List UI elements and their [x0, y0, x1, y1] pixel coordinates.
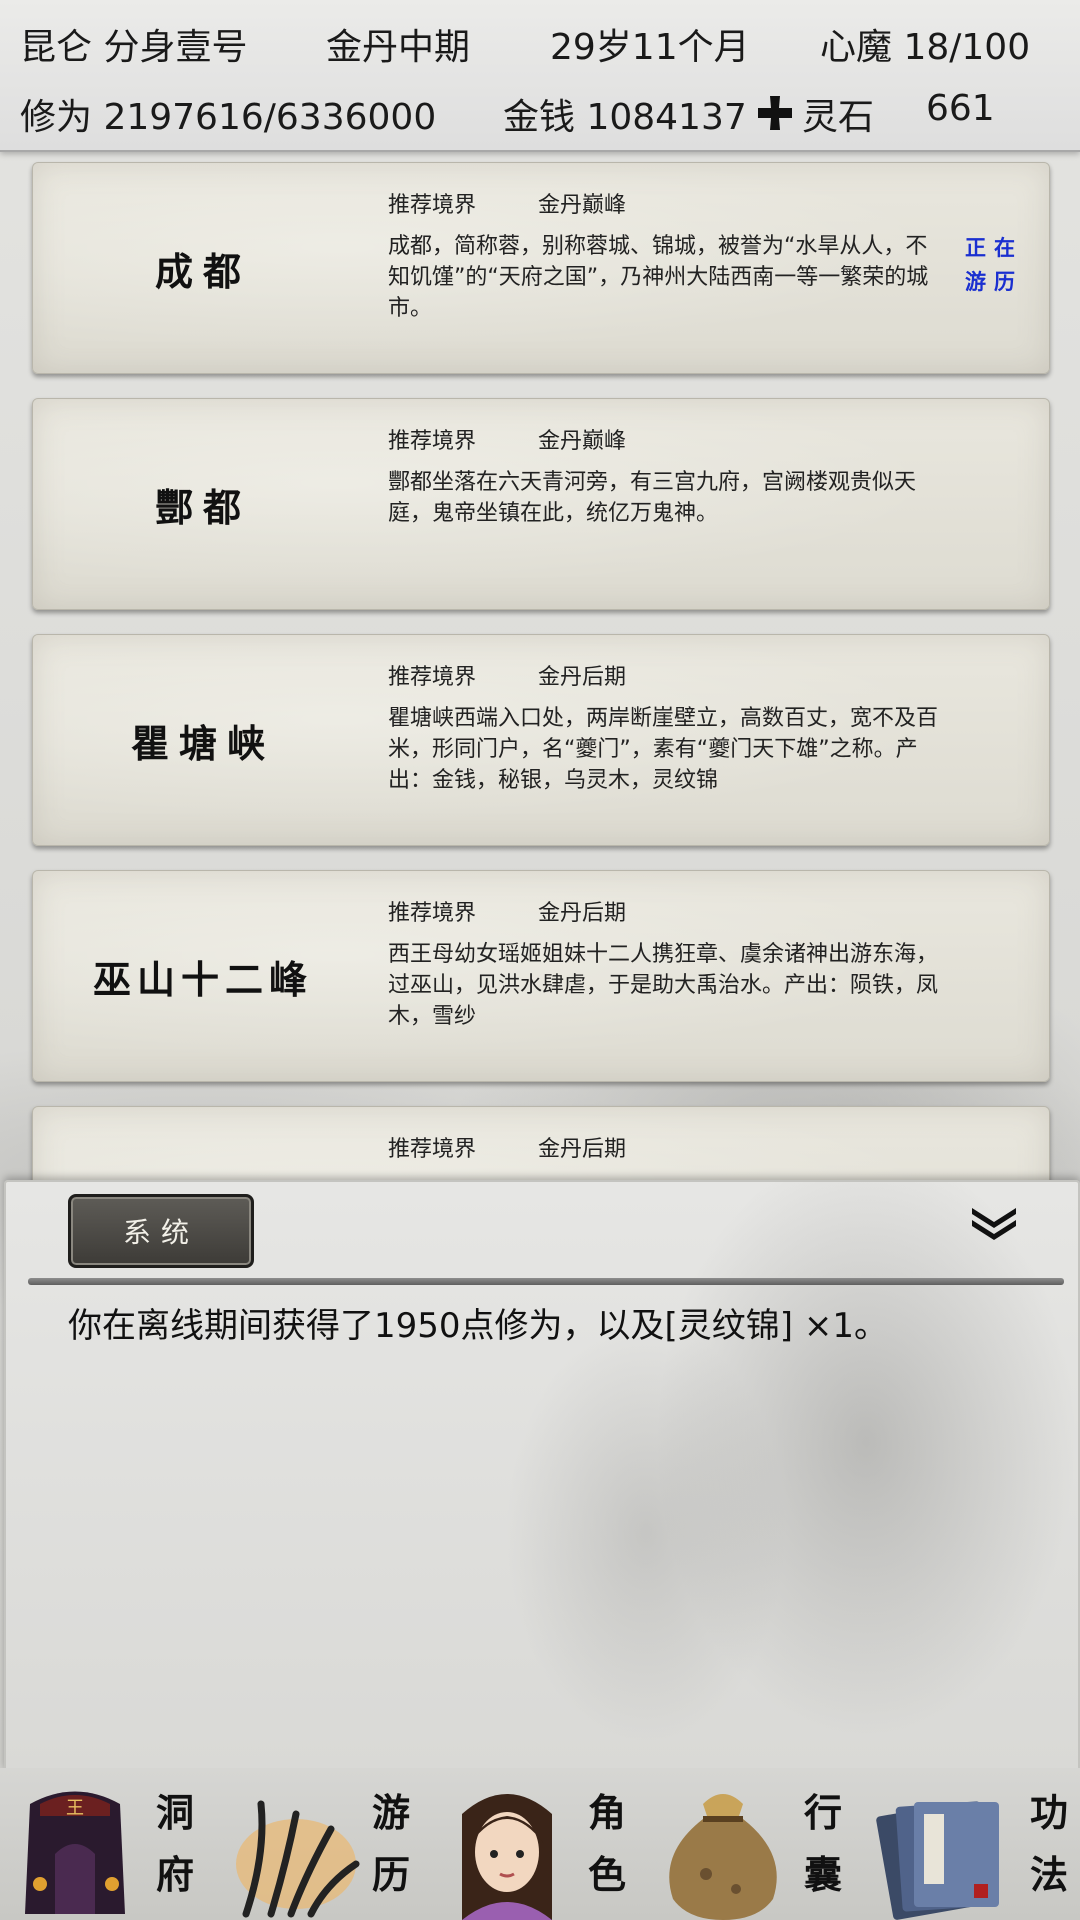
svg-text:王: 王 [66, 1798, 84, 1819]
recommended-realm-value: 金丹巅峰 [538, 429, 627, 454]
heart-demon-value: 心魔 18/100 [820, 27, 1031, 68]
system-message-panel: 系统 你在离线期间获得了1950点修为，以及[灵纹锦] ×1。 [4, 1180, 1080, 1772]
cross-icon [755, 88, 795, 134]
location-description: 酆都坐落在六天青河旁，有三宫九府，宫阙楼观贵似天庭，鬼帝坐镇在此，统亿万鬼神。 [388, 470, 917, 526]
recommended-realm-label: 推荐境界 [388, 429, 477, 454]
location-description: 瞿塘峡西端入口处，两岸断崖壁立，高数百丈，宽不及百米，形同门户，名“夔门”，素有… [388, 706, 939, 793]
location-description: 西王母幼女瑶姬姐妹十二人携狂章、虞余诸神出游东海，过巫山，见洪水肆虐，于是助大禹… [388, 942, 939, 1029]
bottom-navigation: 王 洞府 游历 角色 行囊 功法 [0, 1768, 1080, 1920]
money-value: 金钱 1084137 [503, 97, 747, 138]
cultivation-value: 修为 2197616/6336000 [20, 97, 437, 138]
location-description: 成都，简称蓉，别称蓉城、锦城，被誉为“水旱从人，不知饥馑”的“天府之国”，乃神州… [388, 234, 929, 321]
character-portrait-icon [462, 1794, 552, 1920]
panel-divider [28, 1278, 1064, 1285]
nav-label: 角色 [587, 1790, 626, 1897]
tab-system[interactable]: 系统 [68, 1194, 254, 1268]
spirit-stone-label: 灵石 [802, 97, 875, 138]
nav-label: 洞府 [155, 1790, 194, 1897]
recommended-realm-value: 金丹巅峰 [538, 193, 627, 218]
scroll-book-icon [876, 1801, 999, 1920]
nav-label: 功法 [1029, 1790, 1068, 1897]
nav-label: 行囊 [803, 1790, 842, 1897]
status-bar: 昆仑 分身壹号 金丹中期 29岁11个月 心魔 18/100 修为 219761… [0, 0, 1080, 152]
cave-mansion-icon: 王 [25, 1791, 125, 1914]
location-name: 酆都 [154, 484, 251, 530]
recommended-realm-value: 金丹后期 [538, 1137, 627, 1162]
character-age: 29岁11个月 [550, 27, 750, 68]
nav-cave-mansion[interactable]: 王 洞府 [0, 1768, 216, 1920]
recommended-realm-label: 推荐境界 [388, 1137, 477, 1162]
character-name: 昆仑 分身壹号 [20, 27, 248, 68]
location-card-wushan[interactable]: 巫山十二峰 推荐境界 金丹后期 西王母幼女瑶姬姐妹十二人携狂章、虞余诸神出游东海… [32, 870, 1050, 1082]
nav-techniques[interactable]: 功法 [864, 1768, 1080, 1920]
realm-level: 金丹中期 [326, 27, 471, 68]
location-name: 巫山十二峰 [92, 956, 313, 1002]
location-card-qutangxia[interactable]: 瞿塘峡 推荐境界 金丹后期 瞿塘峡西端入口处，两岸断崖壁立，高数百丈，宽不及百米… [32, 634, 1050, 846]
double-chevron-down-icon[interactable] [968, 1202, 1020, 1242]
nav-bag[interactable]: 行囊 [648, 1768, 864, 1920]
location-name: 瞿塘峡 [130, 720, 275, 766]
nav-character[interactable]: 角色 [432, 1768, 648, 1920]
recommended-realm-label: 推荐境界 [388, 665, 477, 690]
location-name: 成都 [154, 248, 251, 294]
location-card-chengdu[interactable]: 成都 推荐境界 金丹巅峰 成都，简称蓉，别称蓉城、锦城，被誉为“水旱从人，不知饥… [32, 162, 1050, 374]
travel-icon [236, 1800, 360, 1918]
bag-icon [669, 1794, 777, 1920]
spirit-stone-value: 661 [926, 88, 995, 129]
location-card-fengdu[interactable]: 酆都 推荐境界 金丹巅峰 酆都坐落在六天青河旁，有三宫九府，宫阙楼观贵似天庭，鬼… [32, 398, 1050, 610]
recommended-realm-value: 金丹后期 [538, 665, 627, 690]
nav-label: 游历 [371, 1790, 410, 1897]
nav-travel[interactable]: 游历 [216, 1768, 432, 1920]
recommended-realm-label: 推荐境界 [388, 901, 477, 926]
recommended-realm-label: 推荐境界 [388, 193, 477, 218]
traveling-status: 正在游历 [965, 235, 1023, 294]
system-message: 你在离线期间获得了1950点修为，以及[灵纹锦] ×1。 [68, 1306, 888, 1346]
recommended-realm-value: 金丹后期 [538, 901, 627, 926]
